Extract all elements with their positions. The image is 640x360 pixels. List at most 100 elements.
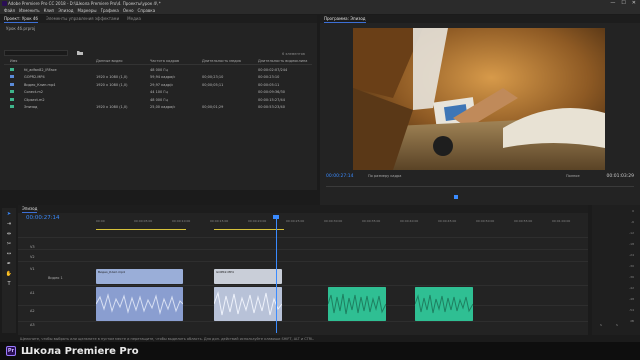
clip-icon <box>10 67 14 71</box>
track-a2[interactable]: A2 <box>30 309 35 313</box>
cell-fps: 44 100 Гц <box>150 90 168 95</box>
cell-media-duration: 00;00;05;11 <box>202 82 224 87</box>
audio-clip[interactable] <box>96 287 183 321</box>
playback-quality-dropdown[interactable]: Полное <box>566 174 580 178</box>
track-v3[interactable]: V3 <box>30 245 35 249</box>
cell-fps: 48 000 Гц <box>150 97 168 102</box>
hand-tool-icon[interactable]: ✋ <box>4 270 14 278</box>
col-name[interactable]: Имя <box>4 59 24 64</box>
track-v2[interactable]: V2 <box>30 255 35 259</box>
tab-effect-controls[interactable]: Элементы управления эффектами <box>46 15 119 23</box>
brand-banner: Pr Школа Premiere Pro <box>0 342 640 360</box>
clip-label: GOPR2.MP4 <box>216 270 234 274</box>
close-button[interactable]: ✕ <box>632 0 636 7</box>
brand-text: Школа Premiere Pro <box>21 345 139 357</box>
title-bar: Adobe Premiere Pro CC 2018 - D:\Школа Pr… <box>0 0 640 7</box>
col-media-duration[interactable]: Длительность медиа <box>202 59 258 64</box>
clip-icon <box>10 105 14 109</box>
project-table: fd_adfan82_lRFace 48 000 Гц 00:00:02:07/24… <box>4 66 312 111</box>
menu-graphics[interactable]: Графика <box>101 7 119 14</box>
video-clip[interactable]: GOPR2.MP4 <box>214 269 282 284</box>
ruler-tick-label: 00:00:05:00 <box>134 219 153 223</box>
project-panel: Проект: Урок 4б Элементы управления эффе… <box>0 15 317 190</box>
cell-name: Сlipsect.m2 <box>24 97 45 102</box>
col-clip-duration[interactable]: Длительность видеоклипа <box>258 59 312 64</box>
track-v1[interactable]: V1 <box>30 267 35 271</box>
tab-project[interactable]: Проект: Урок 4б <box>4 15 38 23</box>
menu-file[interactable]: Файл <box>4 7 15 14</box>
maximize-button[interactable]: ☐ <box>621 0 625 7</box>
ruler-tick-label: 00:00:35:00 <box>362 219 381 223</box>
minimize-button[interactable]: — <box>610 0 615 7</box>
meter-level-label: -6 <box>631 220 634 224</box>
meter-level-label: 0 <box>632 209 634 213</box>
clip-icon <box>10 82 14 86</box>
cell-fps: 59,94 кадра/с <box>150 75 176 80</box>
table-row[interactable]: fd_adfan82_lRFace 48 000 Гц 00:00:02:07/24… <box>4 66 312 74</box>
audio-clip[interactable] <box>214 287 282 321</box>
menu-help[interactable]: Справка <box>138 7 156 14</box>
fit-dropdown[interactable]: По размеру кадра <box>368 174 401 178</box>
ruler-tick-label: 00:00:15:00 <box>210 219 229 223</box>
slip-tool-icon[interactable]: ↔ <box>4 250 14 258</box>
meter-level-label: -54 <box>629 308 634 312</box>
project-table-header: Имя Данные видео Частота кадров Длительн… <box>4 59 312 65</box>
video-clip[interactable]: Видео_Клип.mp4 <box>96 269 183 284</box>
program-playhead[interactable] <box>454 195 458 199</box>
ruler-tick-label: 00:00:10:00 <box>172 219 191 223</box>
render-bar <box>96 229 186 230</box>
col-video-info[interactable]: Данные видео <box>96 59 150 64</box>
track-a3[interactable]: A3 <box>30 323 35 327</box>
program-duration: 00:01:03:29 <box>606 174 634 179</box>
table-row[interactable]: Эпизод 1920 x 1080 (1,0) 25,00 кадра/с 00;0… <box>4 104 312 112</box>
time-ruler[interactable]: 00:00 00:00:05:00 00:00:10:00 00:00:15:00 00… <box>96 219 586 227</box>
menu-edit[interactable]: Изменить <box>19 7 40 14</box>
track-divider <box>18 285 588 286</box>
cell-name: Эпизод <box>24 105 38 110</box>
item-count: 6 элементов <box>282 52 305 56</box>
timeline-timecode[interactable]: 00:00:27:14 <box>26 215 60 221</box>
ruler-tick-label: 00:00:45:00 <box>438 219 457 223</box>
program-timecode[interactable]: 00:00:27:14 <box>326 174 353 179</box>
program-monitor: Программа: Эпизод 00:00:27:14 По размеру… <box>320 15 640 213</box>
audio-clip[interactable] <box>415 287 473 321</box>
cell-video-info: 1920 x 1080 (1,0) <box>96 82 128 87</box>
cell-fps: 48 000 Гц <box>150 67 168 72</box>
selection-tool-icon[interactable]: ➤ <box>4 210 14 218</box>
razor-tool-icon[interactable]: ✂ <box>4 240 14 248</box>
timeline-panel: Эпизод 00:00:27:14 00:00 00:00:05:00 00:00… <box>18 205 588 335</box>
meter-level-label: dB <box>630 319 634 323</box>
table-row[interactable]: Видео_Клип.mp4 1920 x 1080 (1,0) 29,97 кад… <box>4 81 312 89</box>
tab-program[interactable]: Программа: Эпизод <box>324 15 366 23</box>
track-select-tool-icon[interactable]: ⇥ <box>4 220 14 228</box>
tools-panel: ➤ ⇥ ⇹ ✂ ↔ ✒ ✋ T <box>2 208 16 333</box>
folder-icon[interactable] <box>77 50 83 55</box>
cell-name: Видео_Клип.mp4 <box>24 82 56 87</box>
cell-clip-duration: 00:00:15:27/44 <box>258 97 285 102</box>
meter-channel-right[interactable]: S <box>616 323 634 327</box>
col-fps[interactable]: Частота кадров <box>150 59 202 64</box>
table-row[interactable]: GOPR2.MP4 1920 x 1080 (1,0) 59,94 кадра/с 0… <box>4 74 312 82</box>
track-a1[interactable]: A1 <box>30 291 35 295</box>
program-video-frame[interactable] <box>353 28 605 170</box>
meter-level-label: -48 <box>629 297 634 301</box>
type-tool-icon[interactable]: T <box>4 280 14 288</box>
tab-sequence[interactable]: Эпизод <box>22 205 38 213</box>
meter-level-label: -12 <box>629 231 634 235</box>
ripple-edit-tool-icon[interactable]: ⇹ <box>4 230 14 238</box>
menu-clip[interactable]: Клип <box>44 7 55 14</box>
tab-media[interactable]: Медиа <box>127 15 141 23</box>
ruler-tick-label: 00:00:50:00 <box>476 219 495 223</box>
program-scrubber[interactable] <box>326 181 634 187</box>
table-row[interactable]: Сonect.m2 44 100 Гц 00:00:09:36/30 <box>4 89 312 97</box>
menu-window[interactable]: Окно <box>123 7 134 14</box>
menu-sequence[interactable]: Эпизод <box>58 7 73 14</box>
menu-markers[interactable]: Маркеры <box>78 7 97 14</box>
audio-clip[interactable] <box>328 287 386 321</box>
table-row[interactable]: Сlipsect.m2 48 000 Гц 00:00:15:27/44 <box>4 96 312 104</box>
pen-tool-icon[interactable]: ✒ <box>4 260 14 268</box>
cell-clip-duration: 00:00:09:36/30 <box>258 90 285 95</box>
track-v1-name: Видео 1 <box>48 276 63 280</box>
project-search-input[interactable] <box>4 50 68 56</box>
timeline-playhead[interactable] <box>276 217 277 333</box>
